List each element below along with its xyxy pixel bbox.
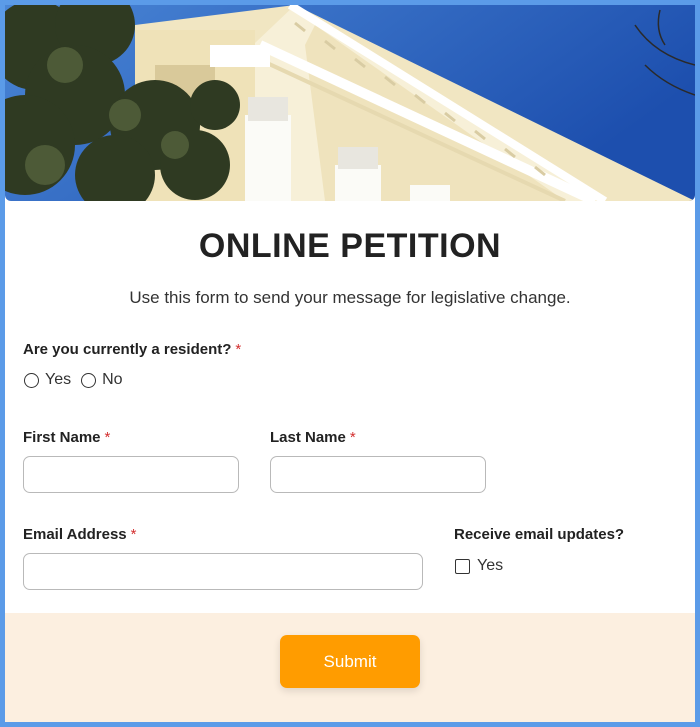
- first-name-label: First Name *: [23, 429, 110, 446]
- resident-radio-group: Yes No: [24, 371, 133, 389]
- petition-form: ONLINE PETITION Use this form to send yo…: [5, 5, 695, 722]
- first-name-label-text: First Name: [23, 429, 101, 446]
- submit-button[interactable]: Submit: [280, 635, 420, 688]
- email-input[interactable]: [23, 553, 423, 590]
- first-name-input[interactable]: [23, 456, 239, 493]
- last-name-label: Last Name *: [270, 429, 356, 446]
- email-label: Email Address *: [23, 526, 137, 543]
- page-subtitle: Use this form to send your message for l…: [129, 288, 571, 307]
- required-asterisk: *: [235, 341, 242, 358]
- email-updates-option[interactable]: Yes: [455, 557, 503, 575]
- email-updates-option-label: Yes: [477, 557, 504, 574]
- radio-button[interactable]: [81, 372, 97, 388]
- email-updates-checkbox[interactable]: [455, 558, 470, 574]
- resident-option-yes[interactable]: Yes: [24, 371, 71, 389]
- radio-button[interactable]: [24, 372, 39, 388]
- header-banner-image: [5, 5, 695, 201]
- resident-option-no[interactable]: No: [81, 371, 123, 389]
- required-asterisk: *: [349, 429, 356, 446]
- required-asterisk: *: [104, 429, 111, 446]
- required-asterisk: *: [130, 526, 137, 543]
- radio-label-yes: Yes: [45, 371, 72, 388]
- email-label-text: Email Address: [23, 526, 127, 543]
- resident-question-label: Are you currently a resident? *: [23, 341, 241, 358]
- page-title: ONLINE PETITION: [198, 227, 502, 265]
- last-name-input[interactable]: [270, 456, 486, 493]
- radio-label-no: No: [102, 371, 123, 388]
- email-updates-label: Receive email updates?: [454, 526, 625, 543]
- form-footer: Submit: [5, 613, 695, 722]
- last-name-label-text: Last Name: [270, 429, 346, 446]
- resident-question-text: Are you currently a resident?: [23, 341, 232, 358]
